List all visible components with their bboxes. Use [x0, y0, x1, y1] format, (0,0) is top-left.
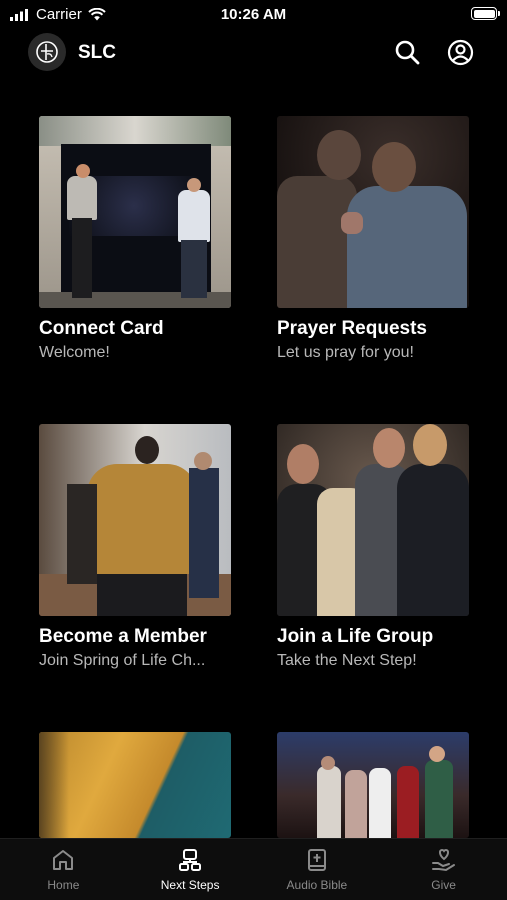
tab-next-steps[interactable]: Next Steps: [127, 839, 254, 900]
card-image: [39, 116, 231, 308]
search-button[interactable]: [393, 38, 421, 66]
tab-bar: Home Next Steps Audio Bible Give: [0, 838, 507, 900]
status-bar: Carrier 10:26 AM: [0, 0, 507, 30]
give-icon: [431, 848, 455, 872]
card-subtitle: Let us pray for you!: [277, 344, 414, 361]
card-image: [277, 116, 469, 308]
bible-icon: [307, 849, 326, 871]
app-header: SLC: [0, 30, 507, 74]
tab-label: Home: [47, 878, 80, 892]
card-title: Connect Card: [39, 318, 164, 339]
tab-label: Give: [431, 878, 456, 892]
tab-give[interactable]: Give: [380, 839, 507, 900]
card-title: Join a Life Group: [277, 626, 434, 647]
card-image: [277, 732, 469, 838]
tab-audio-bible[interactable]: Audio Bible: [254, 839, 381, 900]
tab-home[interactable]: Home: [0, 839, 127, 900]
tab-label: Next Steps: [160, 878, 220, 892]
card-image: [39, 424, 231, 616]
tab-label: Audio Bible: [286, 878, 348, 892]
card-prayer-requests[interactable]: Prayer Requests Let us pray for you!: [277, 116, 469, 362]
battery-icon: [471, 7, 500, 20]
card-subtitle: Welcome!: [39, 344, 110, 361]
card-subtitle: Join Spring of Life Ch...: [39, 652, 206, 669]
search-icon: [395, 40, 420, 65]
card-connect-card[interactable]: Connect Card Welcome!: [39, 116, 231, 362]
card-image: [277, 424, 469, 616]
profile-icon: [447, 39, 473, 65]
logo-icon: [36, 41, 58, 63]
card-6[interactable]: [277, 732, 469, 838]
profile-button[interactable]: [446, 38, 474, 66]
card-become-a-member[interactable]: Become a Member Join Spring of Life Ch..…: [39, 424, 231, 670]
card-title: Become a Member: [39, 626, 207, 647]
church-logo[interactable]: [28, 33, 66, 71]
status-time: 10:26 AM: [220, 6, 287, 23]
card-subtitle: Take the Next Step!: [277, 652, 417, 669]
app-title: SLC: [78, 42, 116, 63]
card-5[interactable]: [39, 732, 231, 838]
home-icon: [53, 850, 74, 870]
card-title: Prayer Requests: [277, 318, 427, 339]
card-join-a-life-group[interactable]: Join a Life Group Take the Next Step!: [277, 424, 469, 670]
card-image: [39, 732, 231, 838]
next-steps-icon: [179, 849, 202, 871]
